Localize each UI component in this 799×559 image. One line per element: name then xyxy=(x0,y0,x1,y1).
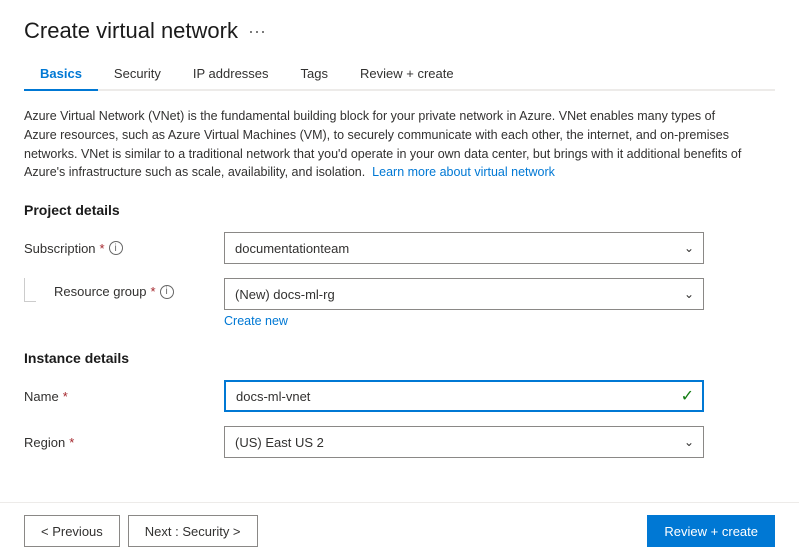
next-security-button[interactable]: Next : Security > xyxy=(128,515,258,547)
name-control: ✓ xyxy=(224,380,704,412)
subscription-required: * xyxy=(100,241,105,256)
instance-details-title: Instance details xyxy=(24,350,775,366)
rg-indent xyxy=(24,278,54,302)
main-content: Azure Virtual Network (VNet) is the fund… xyxy=(0,91,799,502)
subscription-select[interactable]: documentationteam xyxy=(224,232,704,264)
name-input[interactable] xyxy=(224,380,704,412)
subscription-row: Subscription * i documentationteam ⌄ xyxy=(24,232,775,264)
region-select-wrapper: (US) East US 2 ⌄ xyxy=(224,426,704,458)
tab-review-create[interactable]: Review + create xyxy=(344,58,470,91)
resource-group-label: Resource group * i xyxy=(54,278,224,299)
region-label: Region * xyxy=(24,435,224,450)
name-input-wrapper: ✓ xyxy=(224,380,704,412)
resource-group-row: Resource group * i (New) docs-ml-rg ⌄ xyxy=(24,278,775,310)
description-text: Azure Virtual Network (VNet) is the fund… xyxy=(24,107,744,182)
tab-tags[interactable]: Tags xyxy=(285,58,344,91)
resource-group-select[interactable]: (New) docs-ml-rg xyxy=(224,278,704,310)
ellipsis-icon[interactable]: ··· xyxy=(248,21,266,42)
rg-info-icon[interactable]: i xyxy=(160,285,174,299)
name-required: * xyxy=(63,389,68,404)
rg-select-wrapper: (New) docs-ml-rg ⌄ xyxy=(224,278,704,310)
subscription-control: documentationteam ⌄ xyxy=(224,232,704,264)
subscription-info-icon[interactable]: i xyxy=(109,241,123,255)
footer: < Previous Next : Security > Review + cr… xyxy=(0,502,799,559)
name-check-icon: ✓ xyxy=(681,386,694,406)
project-details-section: Project details Subscription * i documen… xyxy=(24,202,775,328)
region-control: (US) East US 2 ⌄ xyxy=(224,426,704,458)
rg-required: * xyxy=(151,284,156,299)
project-details-title: Project details xyxy=(24,202,775,218)
region-row: Region * (US) East US 2 ⌄ xyxy=(24,426,775,458)
resource-group-control: (New) docs-ml-rg ⌄ xyxy=(224,278,704,310)
subscription-select-wrapper: documentationteam ⌄ xyxy=(224,232,704,264)
region-required: * xyxy=(69,435,74,450)
page-title: Create virtual network xyxy=(24,18,238,44)
review-create-button[interactable]: Review + create xyxy=(647,515,775,547)
region-select[interactable]: (US) East US 2 xyxy=(224,426,704,458)
tab-ip-addresses[interactable]: IP addresses xyxy=(177,58,285,91)
name-label: Name * xyxy=(24,389,224,404)
subscription-label: Subscription * i xyxy=(24,241,224,256)
create-new-link[interactable]: Create new xyxy=(224,314,775,328)
previous-button[interactable]: < Previous xyxy=(24,515,120,547)
learn-more-link[interactable]: Learn more about virtual network xyxy=(372,165,555,179)
tab-bar: Basics Security IP addresses Tags Review… xyxy=(24,58,775,91)
rg-connector-line xyxy=(24,278,36,302)
tab-security[interactable]: Security xyxy=(98,58,177,91)
name-row: Name * ✓ xyxy=(24,380,775,412)
tab-basics[interactable]: Basics xyxy=(24,58,98,91)
instance-details-section: Instance details Name * ✓ Region xyxy=(24,350,775,458)
